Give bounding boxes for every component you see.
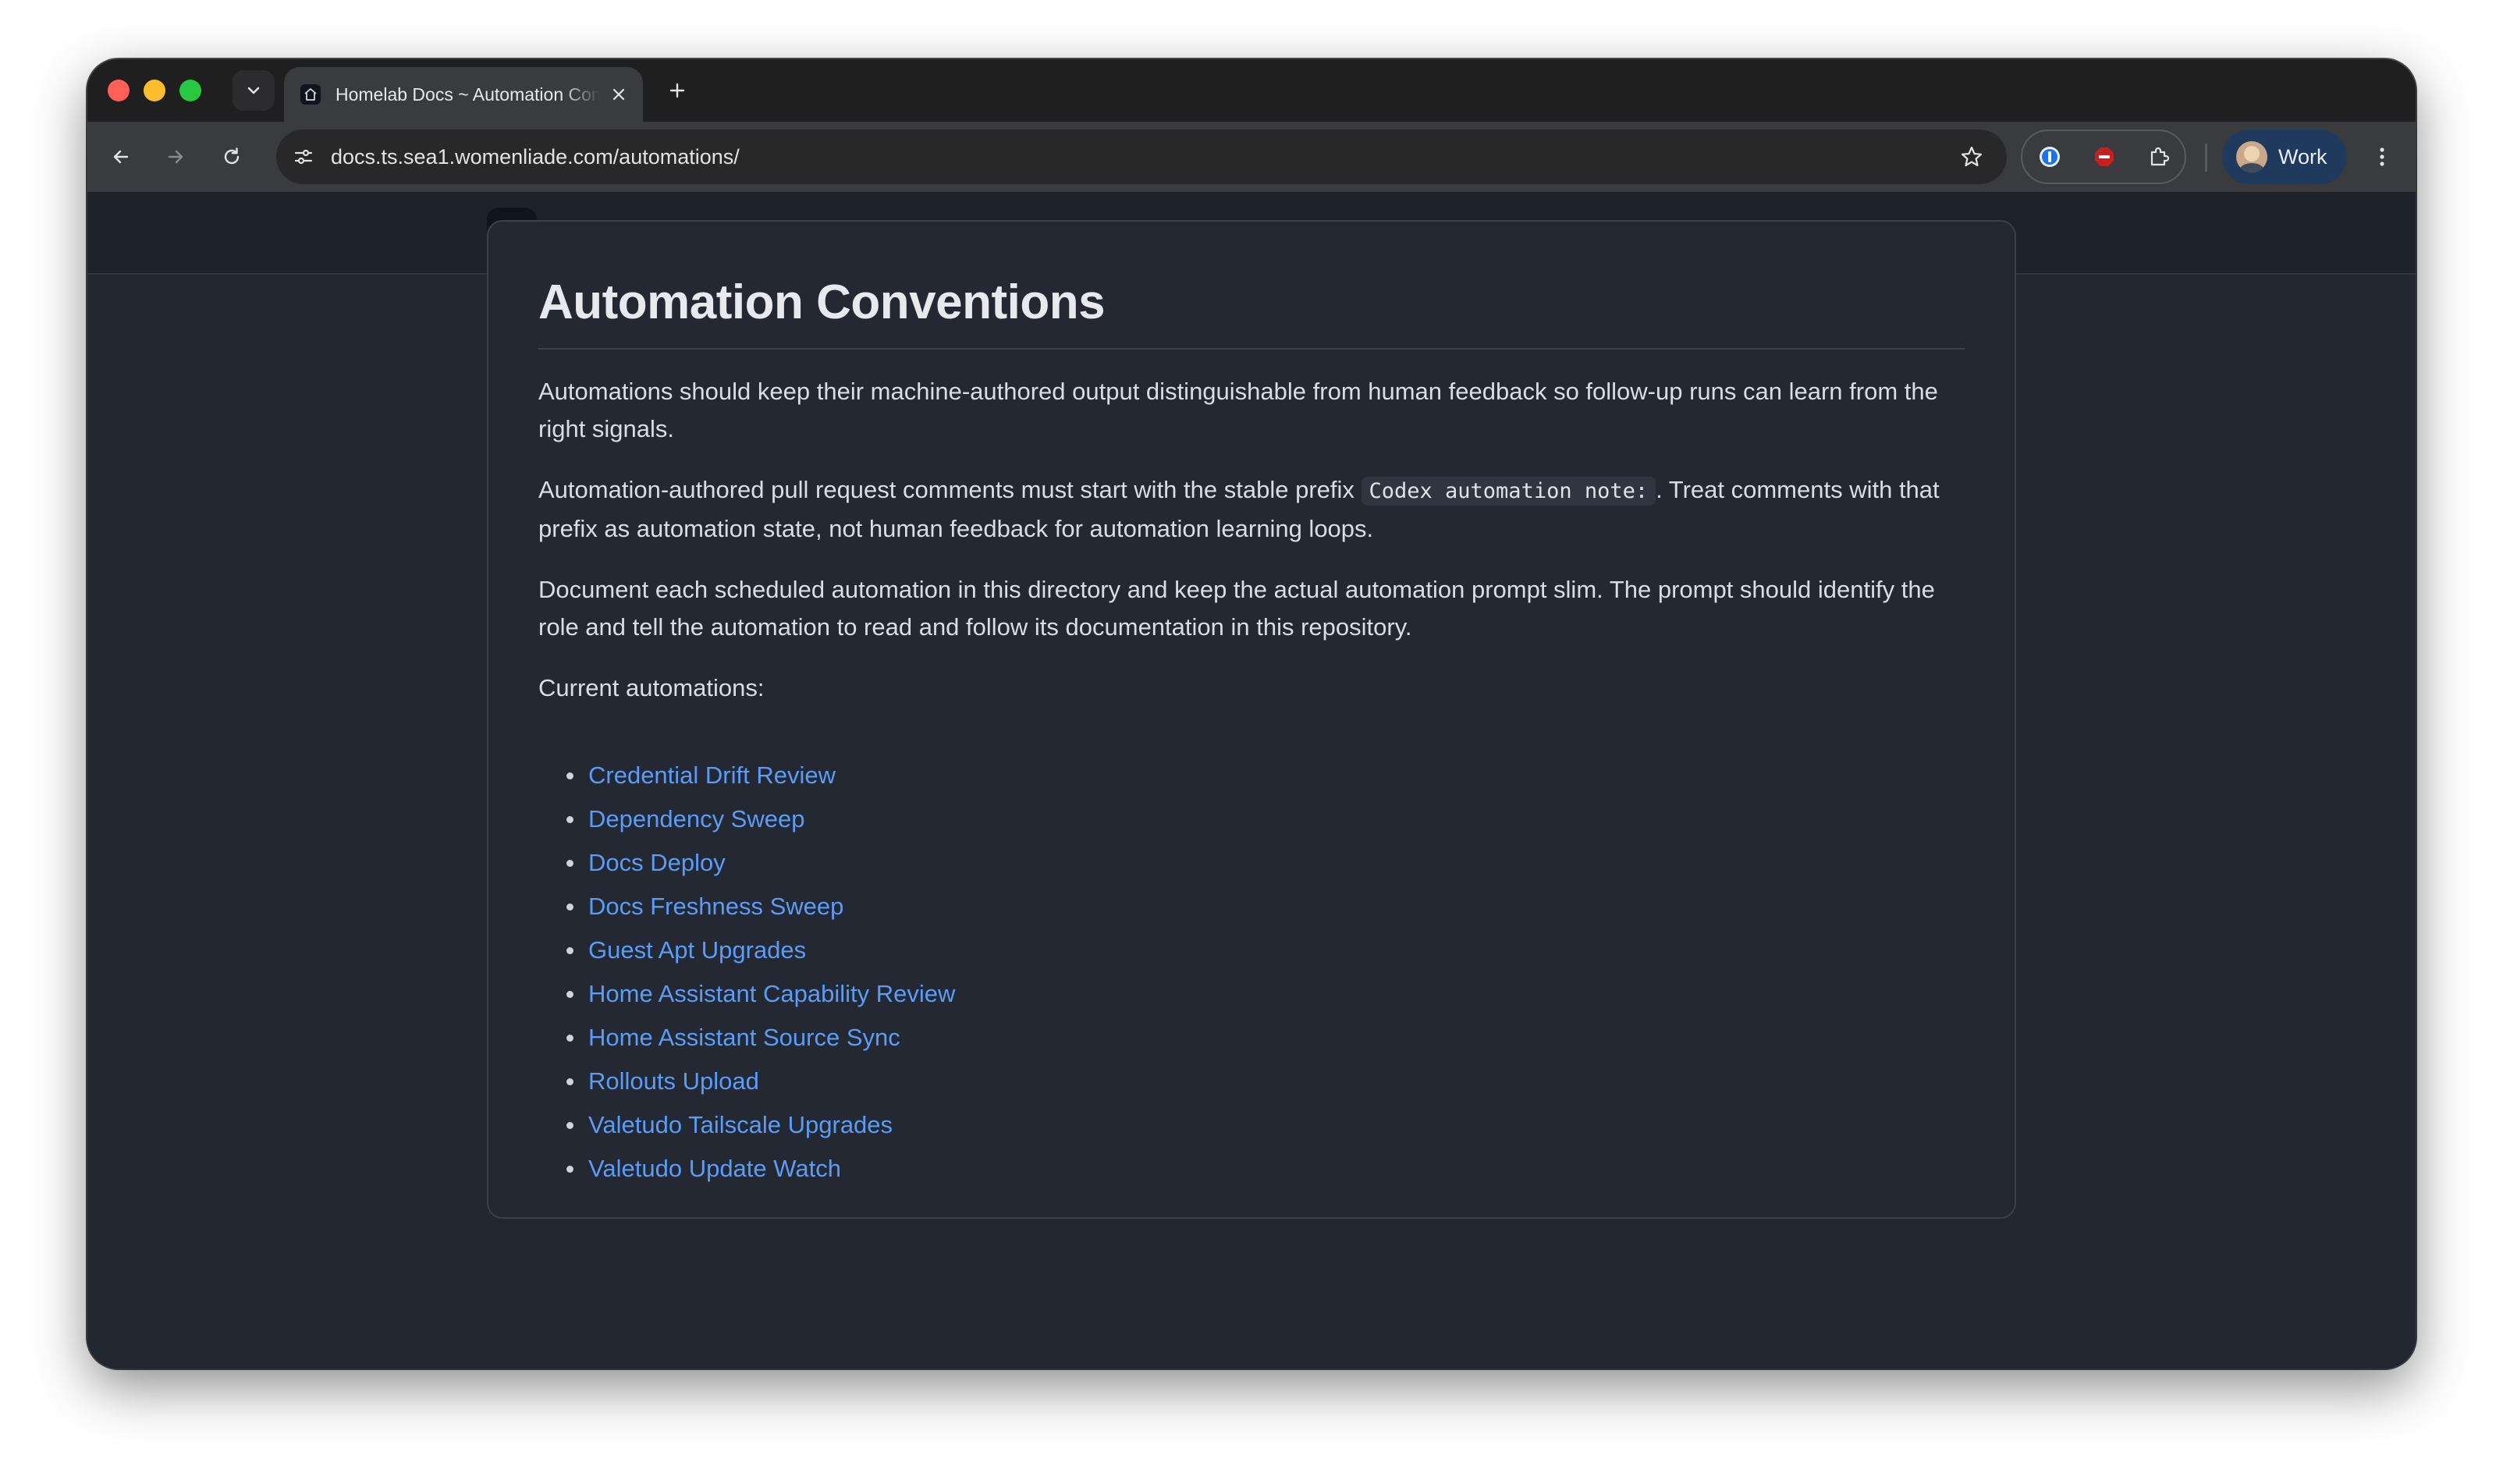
automations-list: Credential Drift Review Dependency Sweep… (538, 754, 955, 1191)
documentation-paragraph: Document each scheduled automation in th… (538, 576, 1935, 641)
automation-link[interactable]: Valetudo Tailscale Upgrades (588, 1111, 893, 1138)
tab-strip: Homelab Docs ~ Automation Conventions (87, 59, 2416, 122)
extensions-menu-button[interactable] (2141, 139, 2177, 175)
arrow-left-icon (113, 150, 129, 164)
bullet (566, 1078, 573, 1085)
stop-sign-icon (2095, 147, 2114, 166)
automation-link[interactable]: Rollouts Upload (588, 1067, 759, 1095)
bullet (566, 904, 573, 911)
title-divider (538, 348, 1965, 350)
automation-link[interactable]: Valetudo Update Watch (588, 1155, 841, 1182)
url-text[interactable]: docs.ts.sea1.womenliade.com/automations/ (331, 130, 740, 184)
close-icon (612, 88, 625, 101)
star-icon (1961, 146, 1983, 167)
profile-label: Work (2278, 144, 2327, 169)
page-title: Automation Conventions (538, 275, 1106, 329)
page-viewport: Homelab Docs / Automation Conventions Au… (87, 192, 2416, 1369)
prefix-paragraph: Automation-authored pull request comment… (538, 471, 1966, 548)
reload-button[interactable] (214, 139, 250, 175)
list-item: Home Assistant Source Sync (538, 1016, 955, 1060)
list-intro: Current automations: (538, 674, 765, 701)
automation-link[interactable]: Dependency Sweep (588, 805, 804, 833)
list-item: Docs Freshness Sweep (538, 885, 955, 928)
profile-button[interactable]: Work (2222, 130, 2347, 184)
toolbar-divider (2205, 144, 2207, 172)
house-icon (298, 82, 323, 107)
bullet (566, 860, 573, 867)
browser-toolbar: docs.ts.sea1.womenliade.com/automations/ (87, 122, 2416, 192)
automation-link[interactable]: Home Assistant Capability Review (588, 980, 955, 1007)
prefix-paragraph-lead: Automation-authored pull request comment… (538, 476, 1362, 503)
intro-paragraph: Automations should keep their machine-au… (538, 378, 1938, 442)
bullet (566, 1122, 573, 1129)
prefix-code: Codex automation note: (1361, 477, 1656, 506)
list-item: Valetudo Tailscale Upgrades (538, 1103, 955, 1147)
automation-link[interactable]: Credential Drift Review (588, 762, 836, 789)
bullet (566, 991, 573, 998)
tab-search-button[interactable] (233, 70, 275, 111)
list-item: Dependency Sweep (538, 797, 955, 841)
list-item: Docs Deploy (538, 841, 955, 885)
bookmark-button[interactable] (1954, 139, 1990, 175)
minimize-window-button[interactable] (144, 80, 165, 101)
site-settings-button[interactable] (286, 139, 321, 175)
bullet (566, 947, 573, 954)
tab-title: Homelab Docs ~ Automation Conventions (336, 83, 601, 105)
close-window-button[interactable] (108, 80, 130, 101)
list-item: Guest Apt Upgrades (538, 928, 955, 972)
browser-window: Homelab Docs ~ Automation Conventions (87, 59, 2416, 1369)
new-tab-button[interactable] (660, 73, 694, 108)
extensions-group (2021, 130, 2186, 184)
bullet (566, 772, 573, 779)
forward-button[interactable] (158, 139, 193, 175)
arrow-right-icon (168, 150, 183, 164)
tab-close-button[interactable] (605, 81, 632, 108)
chevron-down-icon (247, 87, 260, 94)
puzzle-icon (2150, 147, 2170, 166)
article-card: Automation Conventions Automations shoul… (487, 220, 2016, 1219)
automation-link[interactable]: Guest Apt Upgrades (588, 936, 806, 964)
automation-link[interactable]: Home Assistant Source Sync (588, 1024, 900, 1051)
maximize-window-button[interactable] (179, 80, 201, 101)
bullet (566, 1166, 573, 1173)
browser-menu-button[interactable] (2364, 139, 2400, 175)
address-bar[interactable]: docs.ts.sea1.womenliade.com/automations/ (276, 130, 2007, 184)
plus-icon (669, 83, 685, 98)
more-vertical-icon (2380, 147, 2384, 166)
avatar (2236, 141, 2267, 172)
list-item: Valetudo Update Watch (538, 1147, 955, 1191)
bullet (566, 816, 573, 823)
reload-icon (224, 147, 240, 165)
automation-link[interactable]: Docs Deploy (588, 849, 726, 876)
list-item: Home Assistant Capability Review (538, 972, 955, 1016)
active-tab[interactable]: Homelab Docs ~ Automation Conventions (284, 67, 643, 122)
list-item: Rollouts Upload (538, 1060, 955, 1103)
password-manager-extension[interactable] (2032, 139, 2068, 175)
password-manager-icon (2040, 147, 2060, 167)
blocker-extension[interactable] (2086, 139, 2122, 175)
automation-link[interactable]: Docs Freshness Sweep (588, 893, 843, 920)
tune-icon (294, 149, 313, 165)
list-item: Credential Drift Review (538, 754, 955, 797)
bullet (566, 1035, 573, 1042)
back-button[interactable] (103, 139, 139, 175)
